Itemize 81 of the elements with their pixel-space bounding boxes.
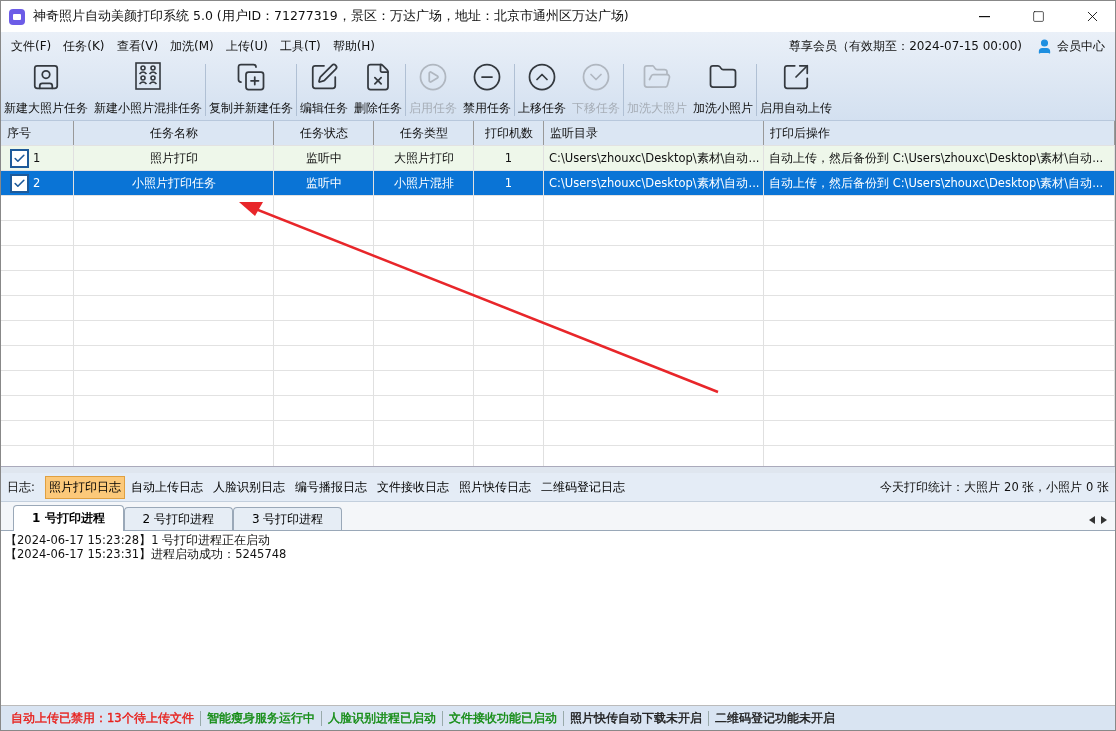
menu-item[interactable]: 查看(V) (110, 37, 165, 55)
menu-item[interactable]: 文件(F) (5, 37, 58, 55)
table-cell: 1 (33, 151, 41, 165)
toolbar-button[interactable]: 新建小照片混排任务 (91, 62, 205, 116)
column-header[interactable]: 打印后操作 (764, 121, 1115, 145)
minus-circle-icon (472, 62, 502, 92)
chevron-down-icon (581, 62, 611, 92)
column-header[interactable]: 打印机数 (474, 121, 544, 145)
column-header[interactable]: 序号 (1, 121, 74, 145)
toolbar-button[interactable]: 删除任务 (351, 62, 405, 116)
chevron-up-icon (527, 62, 557, 92)
scroll-left-icon[interactable] (1089, 516, 1095, 524)
table-cell: 1 (504, 176, 513, 190)
status-item: 自动上传已禁用：13个待上传文件 (5, 710, 201, 726)
play-icon (418, 62, 448, 92)
column-header[interactable]: 任务状态 (274, 121, 374, 145)
table-row[interactable]: 1 照片打印 监听中 大照片打印 1 C:\Users\zhouxc\Desktop\素材\自动... 自动上传，然后备份到 C:\Users\zhouxc\Desktop\素材\自动... (1, 146, 1115, 171)
log-filter-button[interactable]: 自动上传日志 (126, 475, 207, 499)
copy-plus-icon (236, 62, 266, 92)
table-cell: 小照片打印任务 (131, 175, 216, 191)
member-center-link[interactable]: 会员中心 (1036, 37, 1105, 55)
table-cell: 2 (33, 176, 41, 190)
toolbar-button[interactable]: 禁用任务 (460, 62, 514, 116)
process-tab[interactable]: 3 号打印进程 (233, 507, 343, 530)
table-cell: 大照片打印 (393, 150, 454, 166)
people-grid-icon (134, 62, 162, 90)
log-filter-button[interactable]: 文件接收日志 (372, 475, 453, 499)
table-row[interactable]: 2 小照片打印任务 监听中 小照片混排 1 C:\Users\zhouxc\Desktop\素材\自动... 自动上传，然后备份到 C:\Users\zhouxc\Desktop\素材\自动... (1, 171, 1115, 196)
column-header[interactable]: 任务类型 (374, 121, 474, 145)
menu-item[interactable]: 任务(K) (57, 37, 111, 55)
membership-info: 尊享会员（有效期至：2024-07-15 00:00) (789, 37, 1022, 55)
status-item: 文件接收功能已启动 (442, 710, 564, 726)
table-cell: 照片打印 (149, 150, 198, 166)
scroll-right-icon[interactable] (1101, 516, 1107, 524)
status-item: 人脸识别进程已启动 (321, 710, 443, 726)
log-line: 【2024-06-17 15:23:28】1 号打印进程正在启动 (5, 533, 272, 547)
log-label: 日志: (7, 479, 35, 495)
menu-item[interactable]: 工具(T) (273, 37, 327, 55)
process-tab[interactable]: 1 号打印进程 (13, 505, 124, 531)
export-icon (781, 62, 811, 92)
table-cell: C:\Users\zhouxc\Desktop\素材\自动... (549, 175, 760, 191)
edit-icon (309, 62, 339, 92)
toolbar-button[interactable]: 编辑任务 (297, 62, 351, 116)
table-cell: 监听中 (305, 175, 342, 191)
table-cell: C:\Users\zhouxc\Desktop\素材\自动... (549, 150, 760, 166)
user-icon (1036, 37, 1053, 55)
table-cell: 1 (504, 151, 513, 165)
table-cell: 小照片混排 (393, 175, 454, 191)
app-icon (9, 8, 25, 25)
toolbar-button[interactable]: 复制并新建任务 (206, 62, 296, 116)
column-header[interactable]: 任务名称 (74, 121, 274, 145)
toolbar-button[interactable]: 加洗小照片 (690, 62, 756, 116)
toolbar-button[interactable]: 上移任务 (515, 62, 569, 116)
menu-item[interactable]: 上传(U) (219, 37, 274, 55)
minimize-icon (978, 15, 990, 18)
menu-item[interactable]: 帮助(H) (326, 37, 382, 55)
log-filter-button[interactable]: 照片打印日志 (44, 475, 125, 499)
table-cell: 监听中 (305, 150, 342, 166)
person-frame-icon (31, 62, 61, 92)
status-item: 照片快传自动下载未开启 (563, 710, 709, 726)
toolbar-button[interactable]: 新建大照片任务 (1, 62, 91, 116)
check-icon (13, 176, 26, 190)
process-tab[interactable]: 2 号打印进程 (123, 507, 233, 530)
toolbar-button[interactable]: 启用自动上传 (757, 62, 835, 116)
status-item: 二维码登记功能未开启 (713, 710, 836, 726)
maximize-icon (1031, 10, 1045, 23)
table-cell: 自动上传，然后备份到 C:\Users\zhouxc\Desktop\素材\自动... (769, 175, 1104, 191)
menu-item[interactable]: 加洗(M) (164, 37, 220, 55)
status-item: 智能瘦身服务运行中 (200, 710, 322, 726)
row-checkbox[interactable] (10, 173, 29, 193)
log-filter-button[interactable]: 二维码登记日志 (536, 475, 629, 499)
row-checkbox[interactable] (10, 148, 29, 168)
print-stats: 今天打印统计：大照片 20 张，小照片 0 张 (880, 479, 1109, 495)
log-filter-button[interactable]: 照片快传日志 (454, 475, 535, 499)
table-cell: 自动上传，然后备份到 C:\Users\zhouxc\Desktop\素材\自动... (769, 150, 1104, 166)
column-header[interactable]: 监听目录 (544, 121, 764, 145)
check-icon (13, 151, 26, 165)
window-title: 神奇照片自动美颜打印系统 5.0 (用户ID：71277319，景区：万达广场，地址：北京市通州区万达广场) (33, 8, 630, 25)
log-filter-button[interactable]: 人脸识别日志 (208, 475, 289, 499)
log-line: 【2024-06-17 15:23:31】进程启动成功：5245748 (5, 547, 288, 561)
log-filter-button[interactable]: 编号播报日志 (290, 475, 371, 499)
